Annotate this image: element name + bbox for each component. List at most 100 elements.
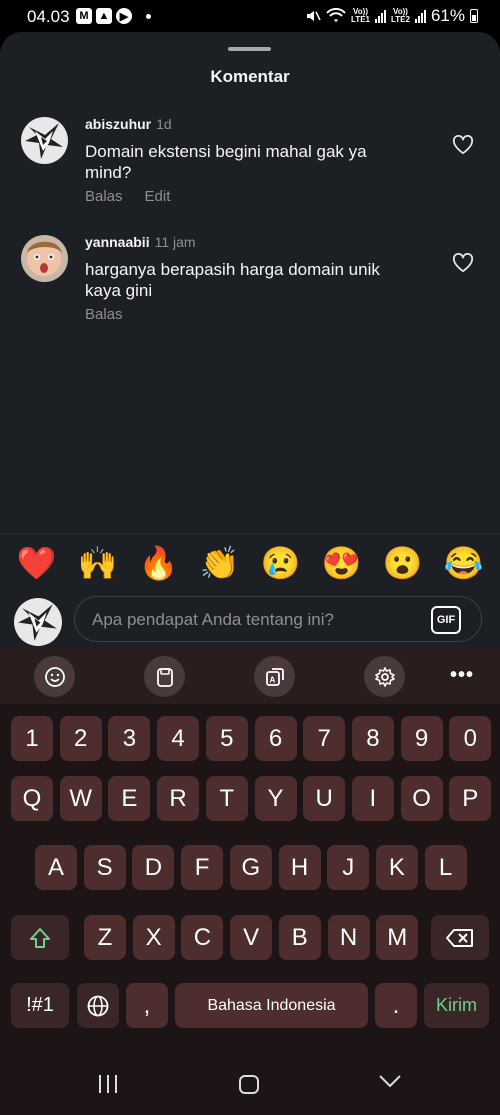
key-6[interactable]: 6	[254, 716, 297, 761]
space-key[interactable]: Bahasa Indonesia	[175, 983, 368, 1028]
key-r[interactable]: R	[157, 776, 200, 821]
mute-icon	[307, 11, 321, 21]
key-y[interactable]: Y	[254, 776, 297, 821]
globe-icon	[87, 995, 109, 1016]
key-9[interactable]: 9	[400, 716, 443, 761]
more-options-button[interactable]: •••	[450, 664, 474, 687]
symbols-key[interactable]: !#1	[11, 983, 69, 1028]
shift-key[interactable]	[11, 915, 69, 960]
gear-icon	[374, 666, 395, 687]
sheet-drag-handle[interactable]	[228, 47, 271, 51]
key-u[interactable]: U	[303, 776, 346, 821]
clipboard-button[interactable]	[144, 656, 185, 697]
key-e[interactable]: E	[108, 776, 151, 821]
comment-compose-bar: Apa pendapat Anda tentang ini? GIF	[0, 591, 500, 647]
like-heart-icon[interactable]	[452, 253, 474, 273]
gif-button[interactable]: GIF	[431, 606, 461, 634]
key-h[interactable]: H	[278, 845, 321, 890]
notification-icons: M ▲ ▶	[76, 8, 151, 24]
reaction-heart-eyes[interactable]: 😍	[320, 541, 364, 585]
emoji-button[interactable]	[34, 656, 75, 697]
wifi-icon	[326, 8, 346, 22]
key-4[interactable]: 4	[157, 716, 200, 761]
language-key[interactable]	[77, 983, 119, 1028]
key-l[interactable]: L	[424, 845, 467, 890]
key-q[interactable]: Q	[11, 776, 53, 821]
back-chevron-icon[interactable]	[379, 1074, 401, 1088]
signal-1-icon	[375, 9, 386, 23]
key-k[interactable]: K	[375, 845, 418, 890]
comment-input-placeholder: Apa pendapat Anda tentang ini?	[92, 610, 334, 629]
key-a[interactable]: A	[35, 845, 77, 890]
reaction-laughing[interactable]: 😂	[442, 541, 486, 585]
key-1[interactable]: 1	[11, 716, 53, 761]
reply-button[interactable]: Balas	[85, 306, 123, 323]
avatar[interactable]	[21, 117, 68, 164]
keyboard-toolbar: A •••	[0, 647, 500, 704]
key-d[interactable]: D	[132, 845, 175, 890]
comment-actions: Balas	[85, 306, 123, 323]
battery-icon	[470, 9, 478, 23]
key-p[interactable]: P	[449, 776, 492, 821]
reaction-fire[interactable]: 🔥	[137, 541, 181, 585]
key-2[interactable]: 2	[59, 716, 102, 761]
more-notifications-icon	[146, 13, 151, 19]
key-b[interactable]: B	[278, 915, 321, 960]
key-v[interactable]: V	[230, 915, 273, 960]
key-f[interactable]: F	[181, 845, 224, 890]
key-n[interactable]: N	[327, 915, 370, 960]
key-m[interactable]: M	[376, 915, 419, 960]
keyboard-settings-button[interactable]	[364, 656, 405, 697]
reaction-raising-hands[interactable]: 🙌	[76, 541, 120, 585]
edit-button[interactable]: Edit	[145, 188, 171, 205]
key-5[interactable]: 5	[205, 716, 248, 761]
comment-input[interactable]: Apa pendapat Anda tentang ini? GIF	[74, 596, 482, 642]
reaction-surprised[interactable]: 😮	[381, 541, 425, 585]
key-7[interactable]: 7	[303, 716, 346, 761]
key-x[interactable]: X	[132, 915, 175, 960]
media-icon: ▶	[116, 8, 132, 24]
comment-actions: Balas Edit	[85, 188, 170, 205]
comma-key[interactable]: ,	[126, 983, 168, 1028]
key-i[interactable]: I	[351, 776, 394, 821]
gmail-icon: M	[76, 8, 92, 24]
shift-icon	[30, 927, 50, 948]
gallery-icon: ▲	[96, 8, 112, 24]
key-3[interactable]: 3	[108, 716, 151, 761]
key-g[interactable]: G	[229, 845, 272, 890]
key-w[interactable]: W	[59, 776, 102, 821]
reaction-clap[interactable]: 👏	[198, 541, 242, 585]
period-key[interactable]: .	[375, 983, 417, 1028]
key-j[interactable]: J	[327, 845, 370, 890]
key-s[interactable]: S	[83, 845, 126, 890]
reply-button[interactable]: Balas	[85, 188, 123, 205]
comment-text: harganya berapasih harga domain unik kay…	[85, 260, 380, 300]
home-icon[interactable]	[239, 1075, 259, 1094]
status-bar: 04.03 M ▲ ▶ Vo)) LTE1 Vo)) LTE2 61%	[0, 0, 500, 34]
key-t[interactable]: T	[205, 776, 248, 821]
comment-time: 11 jam	[154, 234, 196, 250]
key-8[interactable]: 8	[351, 716, 394, 761]
avatar[interactable]	[21, 235, 68, 282]
recents-icon[interactable]	[99, 1075, 117, 1093]
avatar	[14, 598, 62, 646]
reaction-crying[interactable]: 😢	[259, 541, 303, 585]
quick-reactions-bar: ❤️ 🙌 🔥 👏 😢 😍 😮 😂	[0, 533, 500, 591]
backspace-key[interactable]	[431, 915, 489, 960]
signal-2-icon	[414, 9, 426, 23]
keyboard: A ••• 1234567890QWERTYUIOPASDFGHJKLZXCVB…	[0, 647, 500, 1044]
svg-text:A: A	[269, 675, 275, 684]
key-c[interactable]: C	[181, 915, 224, 960]
key-o[interactable]: O	[400, 776, 443, 821]
comment-username[interactable]: yannaabii 11 jam	[85, 234, 196, 250]
like-heart-icon[interactable]	[452, 135, 474, 155]
send-key[interactable]: Kirim	[424, 983, 489, 1028]
text-extract-button[interactable]: A	[254, 656, 295, 697]
sim1-indicator: Vo)) LTE1	[351, 7, 370, 24]
battery-percent: 61%	[430, 6, 465, 25]
comment-time: 1d	[156, 116, 172, 132]
comment-username[interactable]: abiszuhur 1d	[85, 116, 172, 132]
reaction-heart[interactable]: ❤️	[15, 541, 59, 585]
key-0[interactable]: 0	[449, 716, 492, 761]
key-z[interactable]: Z	[84, 915, 126, 960]
